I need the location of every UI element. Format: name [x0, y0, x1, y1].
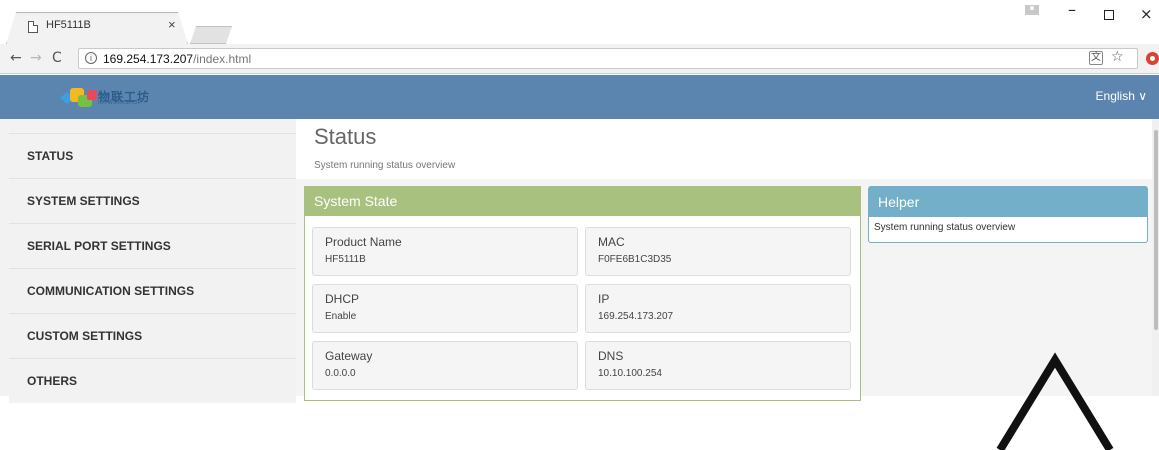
field-label: Gateway — [325, 349, 373, 363]
helper-title: Helper — [878, 194, 920, 210]
sidebar-item-system-settings[interactable]: SYSTEM SETTINGS — [9, 178, 296, 223]
minimize-button[interactable]: – — [1068, 0, 1076, 19]
helper-header: Helper — [869, 187, 1147, 217]
url-path: /index.html — [193, 52, 252, 66]
sidebar-item-custom-settings[interactable]: CUSTOM SETTINGS — [9, 313, 296, 358]
field-dns: DNS 10.10.100.254 — [585, 341, 851, 390]
field-ip: IP 169.254.173.207 — [585, 284, 851, 333]
sidebar-item-serial-port-settings[interactable]: SERIAL PORT SETTINGS — [9, 223, 296, 268]
back-arrow-icon[interactable]: ← — [10, 50, 22, 66]
translate-icon[interactable]: 文 — [1089, 51, 1103, 65]
sidebar-item-communication-settings[interactable]: COMMUNICATION SETTINGS — [9, 268, 296, 313]
url-text[interactable]: 169.254.173.207/index.html — [103, 52, 251, 66]
field-value: 0.0.0.0 — [325, 368, 356, 379]
sidebar-item-others[interactable]: OTHERS — [9, 358, 296, 403]
bookmark-star-icon[interactable]: ☆ — [1111, 49, 1124, 65]
maximize-button[interactable] — [1104, 10, 1114, 20]
sidebar-item-label: CUSTOM SETTINGS — [27, 329, 143, 343]
new-tab-button[interactable] — [190, 26, 232, 44]
forward-arrow-icon[interactable]: → — [30, 50, 42, 66]
helper-panel: Helper System running status overview — [868, 186, 1148, 243]
field-label: DHCP — [325, 292, 360, 306]
info-icon[interactable]: i — [85, 52, 97, 64]
scrollbar-thumb[interactable] — [1154, 130, 1158, 330]
language-selector[interactable]: English ∨ — [1096, 89, 1147, 103]
field-product-name: Product Name HF5111B — [312, 227, 578, 276]
field-value: F0FE6B1C3D35 — [598, 254, 672, 265]
page-title: Status — [314, 124, 377, 149]
field-label: MAC — [598, 235, 625, 249]
sidebar-item-label: SYSTEM SETTINGS — [27, 194, 140, 208]
logo: 物联工坊 IOTWORKSHOP — [60, 88, 170, 108]
field-gateway: Gateway 0.0.0.0 — [312, 341, 578, 390]
browser-titlebar: HF5111B × – × — [0, 0, 1159, 44]
app-header: 物联工坊 IOTWORKSHOP English ∨ — [0, 75, 1159, 119]
reload-icon[interactable]: C — [52, 50, 62, 66]
helper-text: System running status overview — [874, 222, 1016, 233]
sidebar-item-label: STATUS — [27, 149, 74, 163]
page-icon — [28, 21, 38, 33]
field-label: IP — [598, 292, 610, 306]
field-value: HF5111B — [325, 254, 366, 265]
watermark-shape — [996, 352, 1114, 450]
logo-subtext: IOTWORKSHOP — [98, 100, 142, 106]
field-label: Product Name — [325, 235, 402, 249]
field-mac: MAC F0FE6B1C3D35 — [585, 227, 851, 276]
logo-shape — [87, 90, 97, 100]
sidebar-item-label: OTHERS — [27, 374, 78, 388]
close-window-button[interactable]: × — [1140, 5, 1153, 23]
sidebar-item-label: SERIAL PORT SETTINGS — [27, 239, 171, 253]
field-dhcp: DHCP Enable — [312, 284, 578, 333]
sidebar-item-label: COMMUNICATION SETTINGS — [27, 284, 195, 298]
address-toolbar: ← → C i 169.254.173.207/index.html 文 ☆ — [0, 44, 1159, 74]
system-state-panel: System State Product Name HF5111B MAC F0… — [304, 186, 861, 401]
sidebar: STATUS SYSTEM SETTINGS SERIAL PORT SETTI… — [0, 119, 296, 403]
system-state-header: System State — [305, 187, 860, 216]
browser-tab-content[interactable]: HF5111B × — [8, 12, 188, 44]
sidebar-item-status[interactable]: STATUS — [9, 133, 296, 178]
page-subtitle: System running status overview — [314, 160, 456, 171]
user-profile-icon[interactable] — [1025, 5, 1039, 15]
field-value: 169.254.173.207 — [598, 311, 674, 322]
tab-close-icon[interactable]: × — [168, 17, 176, 32]
tab-title: HF5111B — [46, 19, 91, 31]
field-value: 10.10.100.254 — [598, 368, 662, 379]
url-host: 169.254.173.207 — [103, 52, 194, 66]
page-header: Status System running status overview — [296, 119, 1159, 179]
field-label: DNS — [598, 349, 624, 363]
extension-icon[interactable] — [1146, 52, 1159, 65]
field-value: Enable — [325, 311, 357, 322]
url-bar[interactable]: i 169.254.173.207/index.html 文 ☆ — [78, 48, 1138, 69]
system-state-title: System State — [314, 193, 398, 209]
